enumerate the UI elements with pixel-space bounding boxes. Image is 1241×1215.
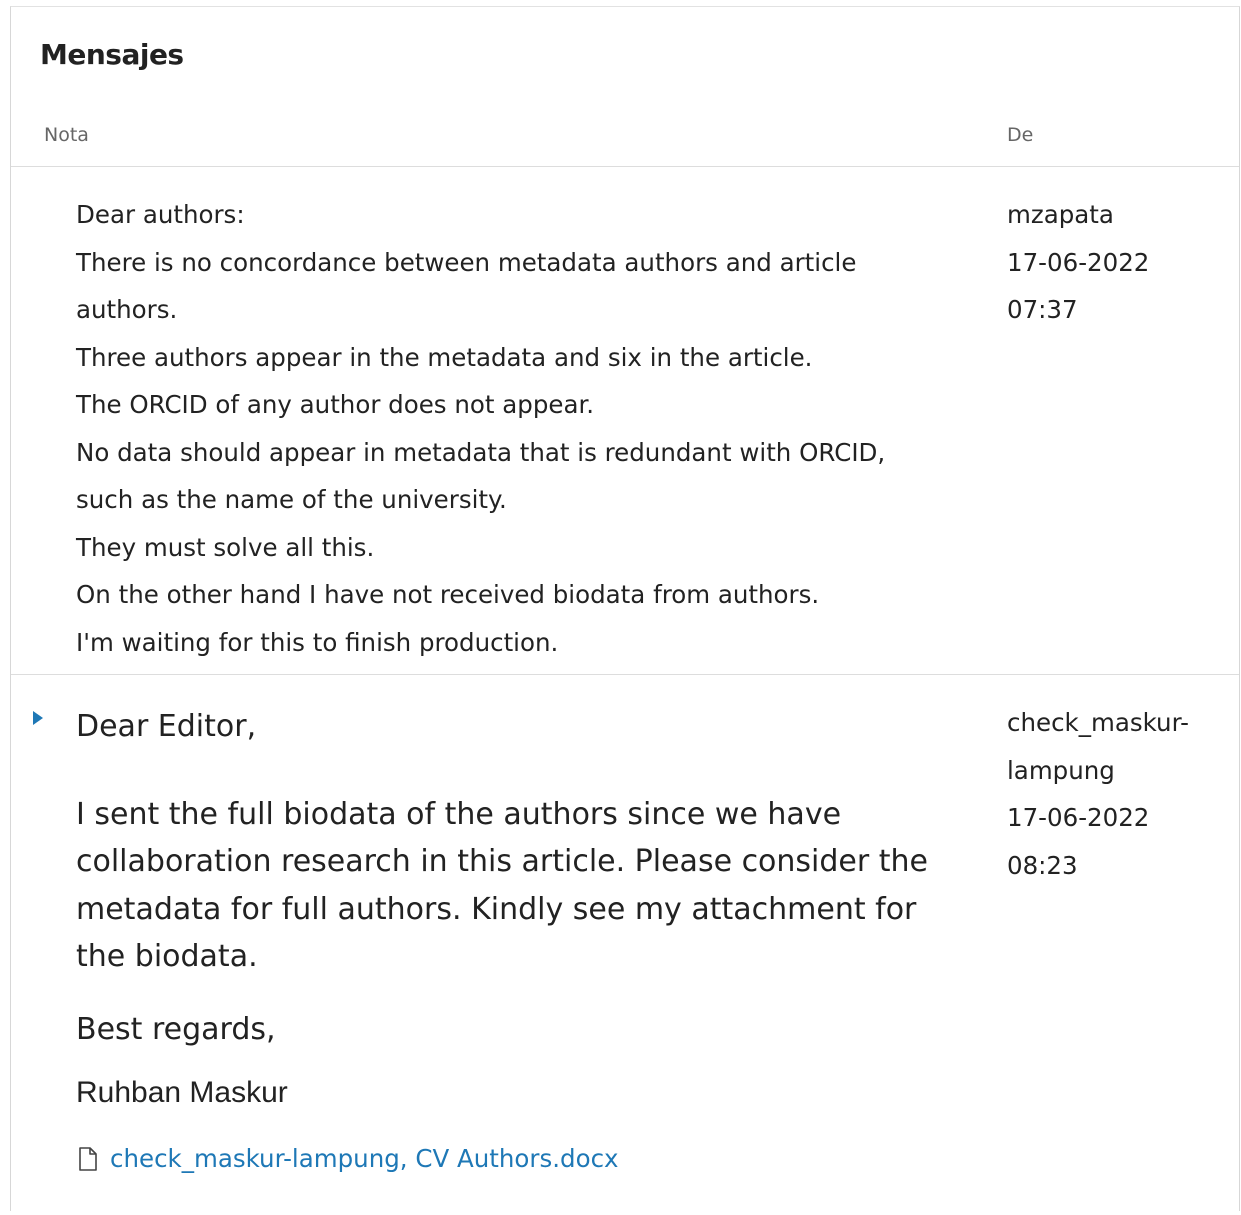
panel-title: Mensajes — [40, 38, 184, 71]
caret-right-icon[interactable] — [33, 711, 43, 725]
attachment-filename: check_maskur-lampung, CV Authors.docx — [110, 1143, 619, 1173]
message-meta: check_maskur- lampung 17-06-2022 08:23 — [1007, 699, 1227, 889]
message-sender: mzapata — [1007, 200, 1114, 229]
message-closing: Best regards, — [76, 1011, 276, 1047]
message-note: Dear authors: There is no concordance be… — [76, 191, 956, 666]
message-sender: check_maskur- — [1007, 708, 1189, 737]
message-date: 17-06-2022 — [1007, 247, 1150, 277]
message-line: such as the name of the university. — [76, 485, 507, 514]
message-line: They must solve all this. — [76, 532, 375, 562]
file-icon — [79, 1146, 97, 1171]
message-note: Dear Editor, I sent the full biodata of … — [76, 703, 956, 1179]
message-row[interactable]: Dear Editor, I sent the full biodata of … — [11, 675, 1239, 1215]
message-meta: mzapata 17-06-2022 07:37 — [1007, 191, 1227, 334]
messages-panel: Mensajes Nota De Dear authors: There is … — [10, 6, 1240, 1211]
message-time: 08:23 — [1007, 850, 1078, 880]
table-header: Nota De — [11, 111, 1239, 167]
message-sender-continued: lampung — [1007, 755, 1115, 785]
message-date: 17-06-2022 — [1007, 803, 1150, 832]
message-line: Dear authors: — [76, 200, 245, 229]
message-line: On the other hand I have not received bi… — [76, 580, 820, 609]
message-line: Three authors appear in the metadata and… — [76, 342, 813, 372]
message-time: 07:37 — [1007, 295, 1078, 324]
message-signature: Ruhban Maskur — [76, 1076, 288, 1109]
message-line: authors. — [76, 295, 178, 324]
column-header-from: De — [1007, 124, 1034, 146]
message-line: I'm waiting for this to finish productio… — [76, 627, 559, 657]
message-line: No data should appear in metadata that i… — [76, 437, 886, 467]
message-line: There is no concordance between metadata… — [76, 247, 857, 277]
message-greeting: Dear Editor, — [76, 709, 257, 744]
column-header-note: Nota — [44, 124, 89, 146]
message-row[interactable]: Dear authors: There is no concordance be… — [11, 167, 1239, 675]
message-body: I sent the full biodata of the authors s… — [76, 796, 928, 975]
attachment-link[interactable]: check_maskur-lampung, CV Authors.docx — [76, 1139, 956, 1179]
message-line: The ORCID of any author does not appear. — [76, 390, 595, 419]
